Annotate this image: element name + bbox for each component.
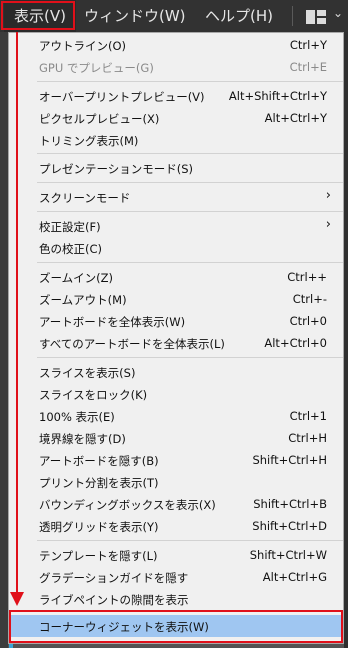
menu-item-fit-all-artboards[interactable]: すべてのアートボードを全体表示(L) Alt+Ctrl+0 [9, 332, 343, 354]
menu-separator [37, 540, 343, 541]
menu-item-shortcut: Ctrl+1 [289, 409, 327, 423]
menu-item-screen-mode[interactable]: スクリーンモード › [9, 186, 343, 208]
menu-item-label: 校正設定(F) [39, 220, 101, 234]
menu-help[interactable]: ヘルプ(H) [205, 0, 273, 32]
menu-item-shortcut: Shift+Ctrl+D [252, 519, 327, 533]
menu-item-shortcut: Ctrl+H [288, 431, 327, 445]
menu-item-label: アートボードを全体表示(W) [39, 315, 186, 329]
menu-item-hide-gradient-annotator[interactable]: グラデーションガイドを隠す Alt+Ctrl+G [9, 566, 343, 588]
menu-item-show-live-paint-gaps[interactable]: ライブペイントの隙間を表示 [9, 588, 343, 610]
menu-item-label: オーバープリントプレビュー(V) [39, 90, 205, 104]
menu-item-shortcut: Shift+Ctrl+W [249, 548, 327, 562]
menu-item-presentation-mode[interactable]: プレゼンテーションモード(S) [9, 157, 343, 179]
highlight-box-menu-view [1, 1, 75, 30]
menu-item-shortcut: Shift+Ctrl+H [252, 453, 327, 467]
menu-separator [37, 262, 343, 263]
menu-separator [37, 182, 343, 183]
right-edge [344, 32, 348, 648]
menu-item-zoom-out[interactable]: ズームアウト(M) Ctrl+- [9, 288, 343, 310]
menu-item-label: 透明グリッドを表示(Y) [39, 520, 159, 534]
left-canvas-area [0, 32, 8, 648]
menu-item-shortcut: Alt+Ctrl+Y [264, 111, 327, 125]
annotation-arrow-head-icon [10, 592, 24, 606]
menu-separator [37, 81, 343, 82]
menu-item-show-print-tiling[interactable]: プリント分割を表示(T) [9, 471, 343, 493]
menu-item-hide-template[interactable]: テンプレートを隠す(L) Shift+Ctrl+W [9, 544, 343, 566]
menu-separator [37, 211, 343, 212]
menu-item-zoom-in[interactable]: ズームイン(Z) Ctrl++ [9, 266, 343, 288]
menu-item-label: GPU でプレビュー(G) [39, 61, 154, 75]
menu-item-label: アートボードを隠す(B) [39, 454, 159, 468]
submenu-arrow-icon: › [325, 188, 331, 203]
menu-item-overprint-preview[interactable]: オーバープリントプレビュー(V) Alt+Shift+Ctrl+Y [9, 85, 343, 107]
menu-item-outline[interactable]: アウトライン(O) Ctrl+Y [9, 34, 343, 56]
menu-item-label: ピクセルプレビュー(X) [39, 112, 160, 126]
workspace-layout-icon[interactable] [306, 10, 326, 24]
menu-separator [37, 153, 343, 154]
menu-item-trim-view[interactable]: トリミング表示(M) [9, 129, 343, 151]
menubar-separator [292, 6, 293, 26]
canvas-fragment [9, 644, 13, 648]
menu-item-label: アウトライン(O) [39, 39, 127, 53]
menu-item-label: 100% 表示(E) [39, 410, 115, 424]
menu-item-shortcut: Shift+Ctrl+B [253, 497, 327, 511]
menu-item-shortcut: Ctrl+Y [289, 38, 327, 52]
view-menu-dropdown: アウトライン(O) Ctrl+Y GPU でプレビュー(G) Ctrl+E オー… [8, 32, 344, 644]
menu-item-label: 境界線を隠す(D) [39, 432, 126, 446]
menu-item-shortcut: Ctrl+E [289, 60, 327, 74]
menu-item-pixel-preview[interactable]: ピクセルプレビュー(X) Alt+Ctrl+Y [9, 107, 343, 129]
menu-item-label: すべてのアートボードを全体表示(L) [39, 337, 225, 351]
menu-item-label: バウンディングボックスを表示(X) [39, 498, 216, 512]
annotation-arrow-line [16, 32, 18, 600]
menu-item-label: プレゼンテーションモード(S) [39, 162, 194, 176]
menu-item-gpu-preview: GPU でプレビュー(G) Ctrl+E [9, 56, 343, 78]
menu-item-label: スクリーンモード [39, 191, 131, 205]
menu-item-proof-setup[interactable]: 校正設定(F) › [9, 215, 343, 237]
menu-item-actual-size[interactable]: 100% 表示(E) Ctrl+1 [9, 405, 343, 427]
menu-item-label: プリント分割を表示(T) [39, 476, 159, 490]
menu-item-show-slices[interactable]: スライスを表示(S) [9, 361, 343, 383]
menu-item-label: ズームイン(Z) [39, 271, 114, 285]
menu-item-shortcut: Ctrl+0 [289, 314, 327, 328]
menu-item-hide-artboards[interactable]: アートボードを隠す(B) Shift+Ctrl+H [9, 449, 343, 471]
menu-item-label: トリミング表示(M) [39, 134, 139, 148]
menu-item-label: スライスを表示(S) [39, 366, 136, 380]
menu-item-label: 色の校正(C) [39, 242, 103, 256]
menu-item-label: スライスをロック(K) [39, 388, 148, 402]
menu-item-show-bounding-box[interactable]: バウンディングボックスを表示(X) Shift+Ctrl+B [9, 493, 343, 515]
menu-bar: 表示(V) ウィンドウ(W) ヘルプ(H) ⌄ [0, 0, 348, 32]
menu-item-shortcut: Ctrl+- [292, 292, 327, 306]
menu-item-shortcut: Alt+Shift+Ctrl+Y [228, 89, 327, 103]
menu-item-lock-slices[interactable]: スライスをロック(K) [9, 383, 343, 405]
submenu-arrow-icon: › [325, 217, 331, 232]
menu-item-fit-artboard[interactable]: アートボードを全体表示(W) Ctrl+0 [9, 310, 343, 332]
chevron-down-icon[interactable]: ⌄ [333, 6, 343, 20]
menu-item-label: ズームアウト(M) [39, 293, 127, 307]
menu-item-shortcut: Ctrl++ [287, 270, 327, 284]
menu-item-hide-edges[interactable]: 境界線を隠す(D) Ctrl+H [9, 427, 343, 449]
menu-separator [37, 357, 343, 358]
menu-item-proof-colors[interactable]: 色の校正(C) [9, 237, 343, 259]
menu-item-shortcut: Alt+Ctrl+0 [264, 336, 327, 350]
menu-window[interactable]: ウィンドウ(W) [84, 0, 186, 32]
menu-item-label: ライブペイントの隙間を表示 [39, 593, 189, 607]
menu-item-shortcut: Alt+Ctrl+G [262, 570, 327, 584]
highlight-box-corner-widget [9, 610, 343, 643]
menu-item-label: テンプレートを隠す(L) [39, 549, 158, 563]
menu-item-label: グラデーションガイドを隠す [39, 571, 189, 585]
menu-item-show-transparency-grid[interactable]: 透明グリッドを表示(Y) Shift+Ctrl+D [9, 515, 343, 537]
